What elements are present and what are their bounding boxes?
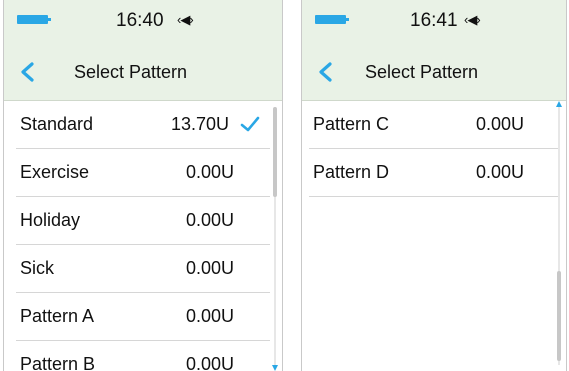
device-screen-left: 16:40 ‹◀› Select Pattern Standard 13.70U… <box>3 0 283 371</box>
status-time: 16:41 <box>410 10 458 31</box>
header-bar: Select Pattern <box>302 44 566 101</box>
pattern-total: 0.00U <box>476 114 525 134</box>
battery-icon <box>315 15 349 24</box>
pattern-row-pattern-d[interactable]: Pattern D 0.00U <box>309 149 558 197</box>
pattern-total: 0.00U <box>186 354 235 371</box>
pattern-row-pattern-c[interactable]: Pattern C 0.00U <box>309 101 558 149</box>
pattern-row-holiday[interactable]: Holiday 0.00U <box>16 197 270 245</box>
pattern-total: 0.00U <box>476 162 525 182</box>
back-chevron-icon[interactable] <box>312 58 340 86</box>
pattern-list: Pattern C 0.00U Pattern D 0.00U <box>302 101 566 197</box>
pattern-row-standard[interactable]: Standard 13.70U <box>16 101 270 149</box>
pattern-name: Pattern D <box>313 162 390 182</box>
pattern-total: 0.00U <box>186 210 235 230</box>
pattern-name: Sick <box>20 258 55 278</box>
pattern-name: Standard <box>20 114 94 134</box>
pattern-total: 13.70U <box>171 114 230 134</box>
pattern-name: Pattern C <box>313 114 390 134</box>
pattern-total: 0.00U <box>186 258 235 278</box>
pattern-name: Exercise <box>20 162 90 182</box>
device-screen-right: 16:41 ‹◀› Select Pattern Pattern C 0.00U… <box>301 0 567 371</box>
header-bar: Select Pattern <box>4 44 282 101</box>
pattern-row-pattern-b[interactable]: Pattern B 0.00U <box>16 341 270 371</box>
pattern-name: Holiday <box>20 210 81 230</box>
scrollbar[interactable] <box>272 101 278 371</box>
battery-icon <box>17 15 51 24</box>
back-chevron-icon[interactable] <box>14 58 42 86</box>
vibrate-icon: ‹◀› <box>464 12 481 27</box>
pattern-total: 0.00U <box>186 162 235 182</box>
scrollbar[interactable] <box>556 101 562 371</box>
pattern-row-exercise[interactable]: Exercise 0.00U <box>16 149 270 197</box>
pattern-row-sick[interactable]: Sick 0.00U <box>16 245 270 293</box>
pattern-list: Standard 13.70U Exercise 0.00U Holiday 0… <box>4 101 282 371</box>
pattern-total: 0.00U <box>186 306 235 326</box>
scroll-down-arrow-icon[interactable] <box>272 365 278 371</box>
pattern-row-pattern-a[interactable]: Pattern A 0.00U <box>16 293 270 341</box>
pattern-name: Pattern B <box>20 354 96 371</box>
pattern-name: Pattern A <box>20 306 95 326</box>
status-bar: 16:40 ‹◀› <box>4 0 282 44</box>
status-time: 16:40 <box>116 10 164 31</box>
vibrate-icon: ‹◀› <box>177 12 194 27</box>
page-title: Select Pattern <box>74 62 188 82</box>
status-bar: 16:41 ‹◀› <box>302 0 566 44</box>
scroll-thumb[interactable] <box>273 107 277 197</box>
scroll-thumb[interactable] <box>557 271 561 361</box>
check-icon <box>240 116 260 132</box>
page-title: Select Pattern <box>365 62 479 82</box>
